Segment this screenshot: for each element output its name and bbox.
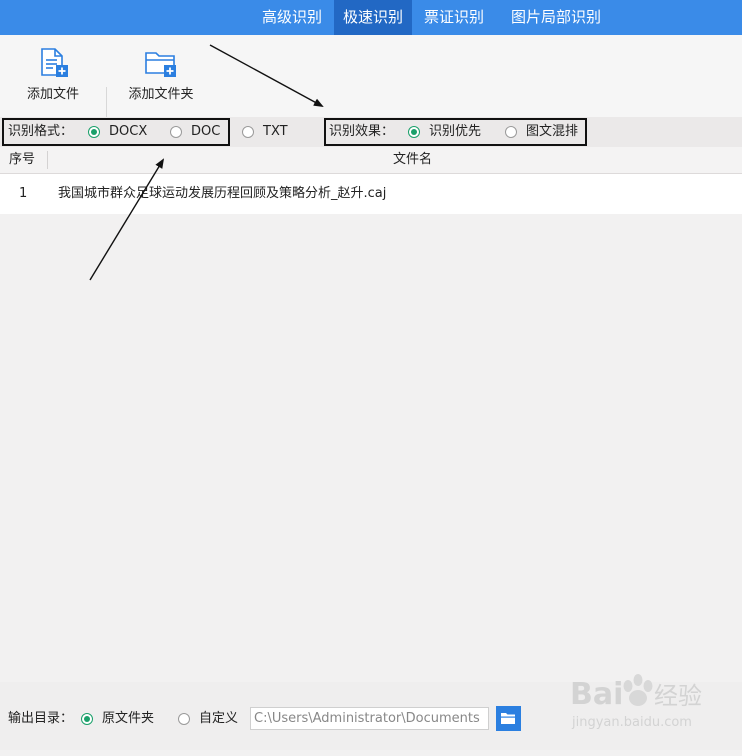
tab-ticket-recognition[interactable]: 票证识别 bbox=[412, 0, 496, 35]
add-file-button[interactable]: 添加文件 bbox=[16, 35, 90, 117]
add-folder-button[interactable]: 添加文件夹 bbox=[120, 35, 202, 117]
output-original-folder-radio[interactable] bbox=[81, 713, 93, 725]
row-filename: 我国城市群众足球运动发展历程回顾及策略分析_赵升.caj bbox=[58, 186, 387, 201]
add-folder-label: 添加文件夹 bbox=[128, 87, 194, 102]
browse-folder-button[interactable] bbox=[496, 706, 521, 731]
watermark-url: jingyan.baidu.com bbox=[571, 715, 692, 730]
watermark-brand: Bai bbox=[570, 677, 623, 712]
effect-mixed-layout-label[interactable]: 图文混排 bbox=[526, 117, 578, 147]
column-header-index: 序号 bbox=[9, 152, 36, 167]
tab-advanced-recognition[interactable]: 高级识别 bbox=[250, 0, 334, 35]
format-txt-radio[interactable] bbox=[242, 126, 254, 138]
effect-mixed-layout-radio[interactable] bbox=[505, 126, 517, 138]
format-label: 识别格式： bbox=[8, 124, 74, 139]
format-doc-radio[interactable] bbox=[170, 126, 182, 138]
add-folder-icon bbox=[145, 52, 176, 77]
options-bar: 识别格式： DOCX DOC TXT 识别效果： 识别优先 图文混排 bbox=[0, 117, 742, 147]
output-custom-label[interactable]: 自定义 bbox=[199, 682, 238, 756]
effect-recognition-first-label[interactable]: 识别优先 bbox=[429, 117, 481, 147]
format-doc-label[interactable]: DOC bbox=[191, 117, 220, 147]
top-tab-bar: 高级识别 极速识别 票证识别 图片局部识别 bbox=[0, 0, 742, 35]
watermark-brand-suffix: 经验 bbox=[654, 682, 702, 710]
tab-image-partial-recognition[interactable]: 图片局部识别 bbox=[496, 0, 616, 35]
row-index: 1 bbox=[19, 186, 28, 201]
add-file-label: 添加文件 bbox=[26, 87, 79, 102]
effect-recognition-first-radio[interactable] bbox=[408, 126, 420, 138]
output-original-folder-label[interactable]: 原文件夹 bbox=[102, 682, 154, 756]
table-row[interactable]: 1 我国城市群众足球运动发展历程回顾及策略分析_赵升.caj bbox=[0, 174, 742, 214]
format-docx-label[interactable]: DOCX bbox=[109, 117, 147, 147]
effect-label: 识别效果： bbox=[329, 124, 395, 139]
column-header-filename: 文件名 bbox=[393, 152, 433, 167]
file-table-header: 序号 文件名 bbox=[0, 147, 742, 174]
format-docx-radio[interactable] bbox=[88, 126, 100, 138]
add-file-icon bbox=[41, 48, 68, 77]
folder-icon bbox=[501, 713, 515, 724]
format-txt-label[interactable]: TXT bbox=[263, 117, 288, 147]
file-list-empty-area bbox=[0, 214, 742, 682]
output-custom-radio[interactable] bbox=[178, 713, 190, 725]
output-directory-label: 输出目录： bbox=[8, 711, 74, 726]
baidu-jingyan-watermark: Bai 经验 jingyan.baidu.com bbox=[570, 674, 702, 730]
toolbar: 添加文件 添加文件夹 bbox=[0, 35, 742, 133]
output-path-input[interactable] bbox=[250, 707, 489, 730]
column-divider bbox=[47, 151, 48, 169]
tab-fast-recognition[interactable]: 极速识别 bbox=[334, 0, 412, 35]
